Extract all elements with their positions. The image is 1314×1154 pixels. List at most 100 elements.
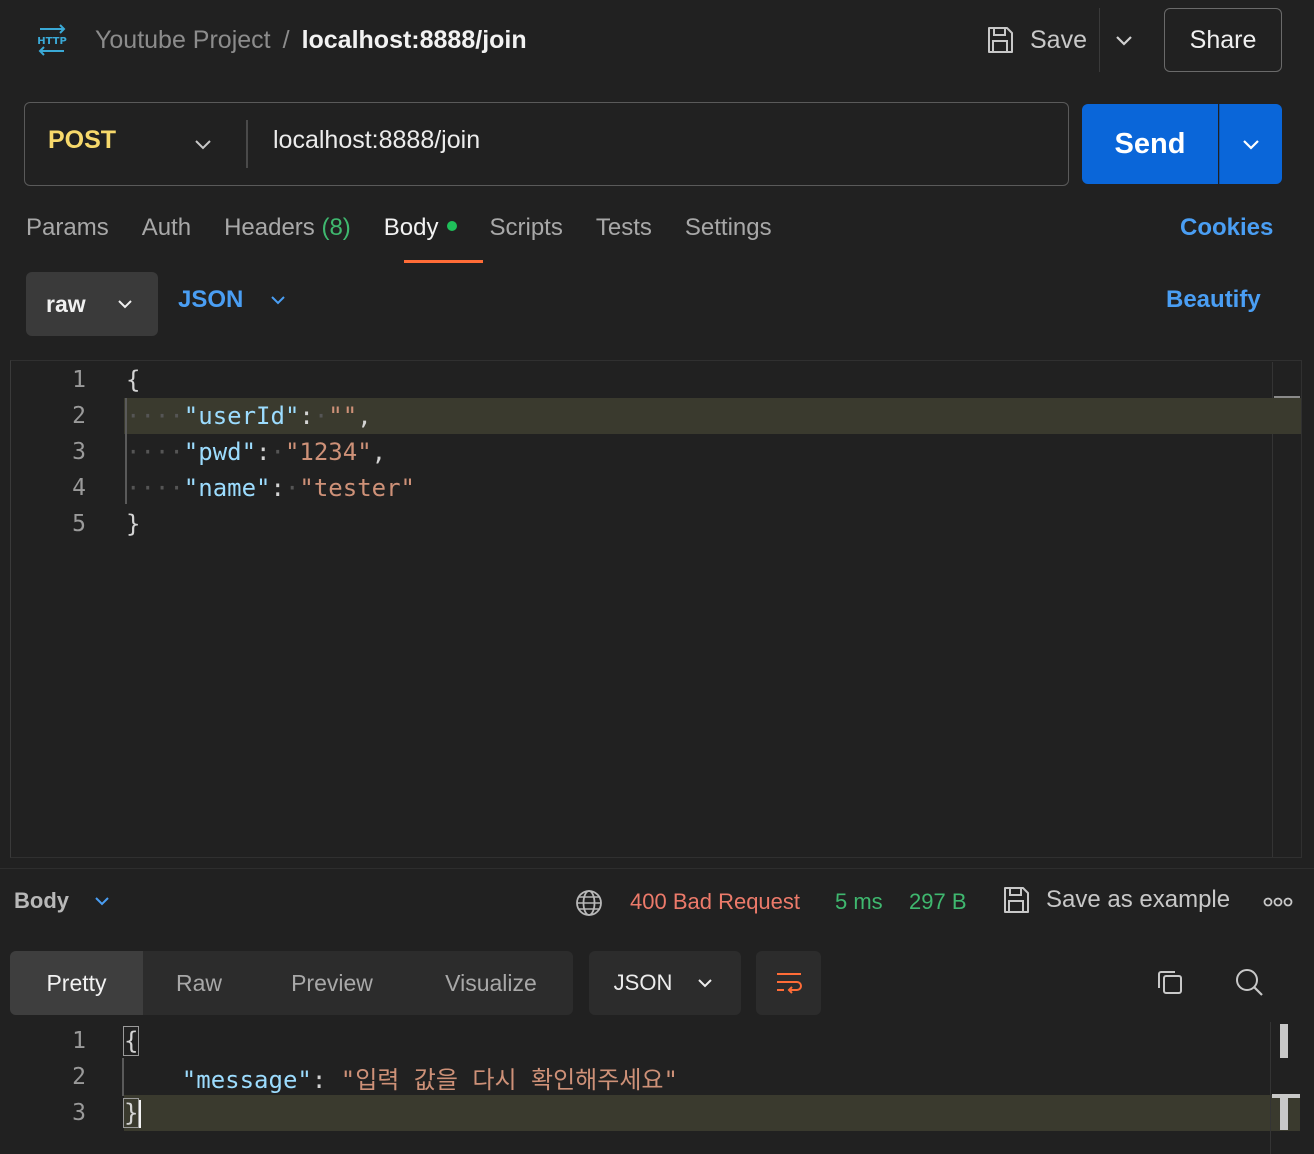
close-brace: } [122,1097,140,1128]
chevron-down-icon [271,296,286,305]
chevron-down-icon [95,897,109,906]
view-tab-preview[interactable]: Preview [255,951,409,1015]
view-tab-pretty[interactable]: Pretty [10,951,143,1015]
copy-icon[interactable] [1153,965,1187,999]
code-line: 1 { [0,362,140,398]
breadcrumb-separator: / [282,25,290,54]
open-brace: { [122,1026,140,1056]
json-value: "" [328,402,358,430]
body-language-select[interactable]: JSON [178,286,289,314]
view-tab-raw[interactable]: Raw [143,951,255,1015]
tab-params[interactable]: Params [26,214,109,250]
tab-body[interactable]: Body [384,214,457,250]
chevron-down-icon[interactable] [190,131,216,157]
code-line: 3 } [0,1095,142,1131]
send-button[interactable]: Send [1082,104,1218,184]
url-divider [246,120,248,168]
beautify-link[interactable]: Beautify [1166,286,1261,314]
body-mode-select[interactable]: raw [26,272,158,336]
status-code[interactable]: 400 Bad Request [630,889,800,915]
tab-scripts[interactable]: Scripts [490,214,563,250]
line-number: 1 [72,1028,86,1054]
chevron-down-icon [698,979,713,988]
code-line: 1 { [0,1023,140,1059]
tab-tests[interactable]: Tests [596,214,652,250]
tab-settings[interactable]: Settings [685,214,772,250]
code-line: 4 ····"name":·"tester" [0,470,415,506]
response-body-select[interactable]: Body [14,888,113,914]
line-number: 5 [72,511,86,537]
view-tab-visualize[interactable]: Visualize [409,951,573,1015]
active-tab-underline [404,260,483,263]
response-scrollbar-track [1270,1022,1271,1154]
line-number: 1 [72,367,86,393]
response-view-tabs: Pretty Raw Preview Visualize [10,951,573,1015]
chevron-down-icon [117,300,132,309]
line-number: 3 [72,1100,86,1126]
save-as-example-button[interactable]: Save as example [1000,884,1230,916]
json-value: "1234" [284,438,372,466]
response-time[interactable]: 5 ms [835,889,883,915]
more-options-icon[interactable] [1262,892,1294,912]
tab-headers[interactable]: Headers (8) [224,214,351,250]
save-icon [1004,887,1029,913]
code-line: 2 "message": "입력 값을 다시 확인해주세요" [0,1059,678,1095]
cookies-link[interactable]: Cookies [1180,214,1273,242]
save-button[interactable]: Save [984,20,1087,60]
json-key: "pwd" [183,438,257,466]
current-line-highlight [124,1095,1300,1131]
response-scrollbar-marker [1280,1024,1288,1058]
save-as-example-label: Save as example [1046,886,1231,913]
request-tabs: Params Auth Headers (8) Body Scripts Tes… [26,214,772,250]
line-number: 2 [72,1064,86,1090]
response-format-select[interactable]: JSON [589,951,741,1015]
share-button[interactable]: Share [1164,8,1282,72]
line-number: 3 [72,439,86,465]
json-value: "입력 값을 다시 확인해주세요" [340,1065,678,1094]
breadcrumb: Youtube Project / localhost:8888/join [95,22,527,58]
json-value: "tester" [299,474,415,502]
breadcrumb-collection[interactable]: Youtube Project [95,26,271,55]
response-format-label: JSON [613,970,673,995]
globe-icon[interactable] [574,888,604,918]
json-key: "message" [181,1065,312,1094]
save-label: Save [1030,25,1087,54]
send-options-button[interactable] [1219,104,1282,184]
save-divider [1099,8,1100,72]
body-indicator-dot [446,221,457,231]
line-number: 4 [72,475,86,501]
text-cursor [138,1099,142,1128]
svg-text:HTTP: HTTP [37,36,67,47]
editor-scrollbar-track [1272,362,1273,857]
request-title[interactable]: localhost:8888/join [302,26,527,55]
http-icon: HTTP [37,24,67,56]
search-icon[interactable] [1232,965,1266,999]
line-number: 2 [72,403,86,429]
request-body-editor[interactable] [10,360,1302,858]
chevron-down-icon[interactable] [1110,26,1138,54]
body-language-label: JSON [178,286,244,313]
json-key: "name" [183,474,271,502]
tab-auth[interactable]: Auth [142,214,191,250]
code-line: 5 } [0,506,140,542]
tab-headers-label: Headers [224,214,315,241]
url-input[interactable]: localhost:8888/join [273,126,480,155]
response-body-label: Body [14,888,69,913]
open-brace: { [126,366,141,394]
json-key: "userId" [183,402,300,430]
request-bar [24,102,1069,186]
tab-body-label: Body [383,214,439,241]
response-scrollbar-thumb[interactable] [1280,1096,1288,1130]
code-line: 2 ····"userId":·"", [0,398,372,434]
body-mode-label: raw [46,290,86,317]
wrap-lines-icon [776,973,802,994]
wrap-lines-button[interactable] [756,951,821,1015]
method-select[interactable]: POST [48,126,116,155]
response-divider [0,868,1314,869]
save-icon [988,27,1013,53]
close-brace: } [126,510,141,538]
headers-count: (8) [321,214,351,241]
chevron-down-icon [1243,140,1259,150]
response-size[interactable]: 297 B [909,889,967,915]
code-line: 3 ····"pwd":·"1234", [0,434,386,470]
